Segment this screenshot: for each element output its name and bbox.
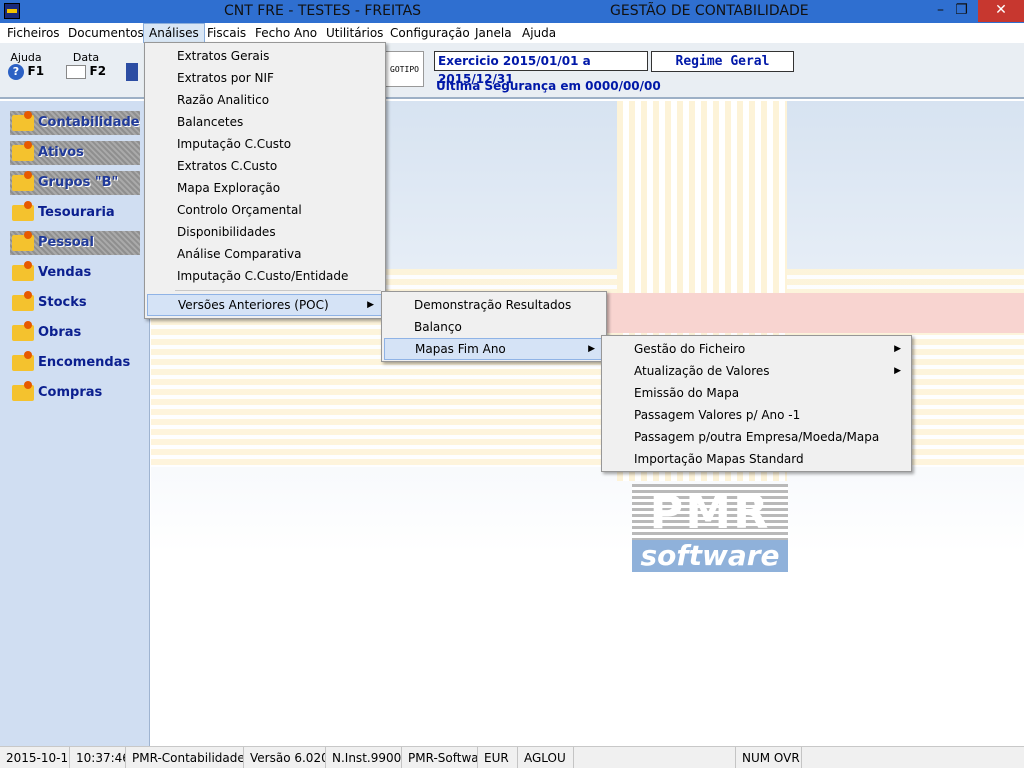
menu-item-extratos-ccusto[interactable]: Extratos C.Custo [147, 155, 383, 177]
date-key: F2 [89, 64, 107, 78]
calendar-icon [66, 65, 86, 79]
menu-janela[interactable]: Janela [470, 23, 517, 43]
status-date: 2015-10-13 [0, 747, 70, 768]
mapas-submenu: Gestão do Ficheiro ▶ Atualização de Valor… [601, 335, 912, 472]
menu-item-passagem-outra-empresa[interactable]: Passagem p/outra Empresa/Moeda/Mapa [604, 426, 909, 448]
person-icon [126, 63, 138, 81]
status-bar: 2015-10-13 10:37:46 PMR-Contabilidade Ve… [0, 746, 1024, 768]
status-currency: EUR [478, 747, 518, 768]
sidebar-item-ativos[interactable]: Ativos [10, 141, 140, 165]
submenu-arrow-icon: ▶ [367, 300, 374, 310]
help-button[interactable]: Ajuda ? F1 [8, 51, 44, 80]
user-button[interactable] [126, 63, 138, 81]
help-icon: ? [8, 64, 24, 80]
folder-icon [12, 201, 34, 221]
menu-item-demonstracao-resultados[interactable]: Demonstração Resultados [384, 294, 604, 316]
status-empty [574, 747, 736, 768]
sidebar-item-encomendas[interactable]: Encomendas [10, 351, 140, 375]
menu-fiscais[interactable]: Fiscais [202, 23, 251, 43]
menu-item-extratos-nif[interactable]: Extratos por NIF [147, 67, 383, 89]
close-icon[interactable]: ✕ [978, 0, 1024, 22]
status-app: PMR-Contabilidade [126, 747, 244, 768]
submenu-arrow-icon: ▶ [894, 344, 901, 354]
status-time: 10:37:46 [70, 747, 126, 768]
sidebar-item-stocks[interactable]: Stocks [10, 291, 140, 315]
help-label: Ajuda [10, 51, 42, 64]
date-button[interactable]: Data F2 [66, 51, 106, 79]
menu-ajuda[interactable]: Ajuda [517, 23, 561, 43]
menu-separator [175, 290, 381, 291]
regime-field: Regime Geral [651, 51, 794, 72]
menu-item-passagem-valores[interactable]: Passagem Valores p/ Ano -1 [604, 404, 909, 426]
help-key: F1 [27, 64, 45, 78]
folder-icon [12, 351, 34, 371]
folder-icon [12, 261, 34, 281]
menu-item-atualizacao-valores[interactable]: Atualização de Valores ▶ [604, 360, 909, 382]
menu-item-mapas-fim-ano[interactable]: Mapas Fim Ano ▶ [384, 338, 604, 360]
status-user: AGLOU [518, 747, 574, 768]
menu-item-extratos-gerais[interactable]: Extratos Gerais [147, 45, 383, 67]
folder-icon [12, 321, 34, 341]
status-keys: NUM OVR [736, 747, 802, 768]
status-installation: N.Inst.99000 [326, 747, 402, 768]
menu-item-gestao-ficheiro[interactable]: Gestão do Ficheiro ▶ [604, 338, 909, 360]
menu-utilitarios[interactable]: Utilitários [321, 23, 388, 43]
date-label: Data [72, 51, 100, 64]
sidebar-item-pessoal[interactable]: Pessoal [10, 231, 140, 255]
menu-item-imputacao-ccusto-entidade[interactable]: Imputação C.Custo/Entidade [147, 265, 383, 287]
menu-fecho-ano[interactable]: Fecho Ano [250, 23, 322, 43]
menu-item-versoes-anteriores[interactable]: Versões Anteriores (POC) ▶ [147, 294, 383, 316]
folder-icon [12, 141, 34, 161]
menu-ficheiros[interactable]: Ficheiros [2, 23, 65, 43]
maximize-icon[interactable]: ❐ [946, 0, 977, 22]
last-backup: Última Segurança em 0000/00/00 [436, 79, 661, 93]
window-subtitle: GESTÃO DE CONTABILIDADE [610, 3, 809, 19]
menu-analises[interactable]: Análises [143, 23, 205, 43]
folder-icon [12, 381, 34, 401]
menu-item-mapa-exploracao[interactable]: Mapa Exploração [147, 177, 383, 199]
pmr-logo-bottom: software [632, 540, 788, 572]
sidebar-item-vendas[interactable]: Vendas [10, 261, 140, 285]
pmr-logo: PMR software [632, 484, 788, 574]
menu-item-balancetes[interactable]: Balancetes [147, 111, 383, 133]
menu-item-controlo-orcamental[interactable]: Controlo Orçamental [147, 199, 383, 221]
menu-item-importacao-mapas[interactable]: Importação Mapas Standard [604, 448, 909, 470]
exercise-period: Exercicio 2015/01/01 a 2015/12/31 [434, 51, 648, 86]
menu-item-emissao-mapa[interactable]: Emissão do Mapa [604, 382, 909, 404]
folder-icon [12, 171, 34, 191]
sidebar-item-contabilidade[interactable]: Contabilidade [10, 111, 140, 135]
menu-item-balanco[interactable]: Balanço [384, 316, 604, 338]
submenu-arrow-icon: ▶ [894, 366, 901, 376]
versoes-submenu: Demonstração Resultados Balanço Mapas Fi… [381, 291, 607, 362]
pmr-logo-top: PMR [632, 484, 788, 540]
submenu-arrow-icon: ▶ [588, 344, 595, 354]
folder-icon [12, 231, 34, 251]
app-icon[interactable] [4, 3, 20, 19]
sidebar: Contabilidade Ativos Grupos "B" Tesourar… [0, 101, 150, 746]
folder-icon [12, 111, 34, 131]
company-logo: GOTIPO [385, 51, 424, 87]
menu-item-razao-analitico[interactable]: Razão Analitico [147, 89, 383, 111]
sidebar-item-obras[interactable]: Obras [10, 321, 140, 345]
folder-icon [12, 291, 34, 311]
analises-menu: Extratos Gerais Extratos por NIF Razão A… [144, 42, 386, 319]
menu-item-imputacao-ccusto[interactable]: Imputação C.Custo [147, 133, 383, 155]
menu-bar: Ficheiros Documentos Análises Fiscais Fe… [0, 23, 1024, 43]
window-title: CNT FRE - TESTES - FREITAS [224, 3, 422, 19]
sidebar-item-tesouraria[interactable]: Tesouraria [10, 201, 140, 225]
status-company: PMR-Softwa [402, 747, 478, 768]
background-band [606, 293, 1024, 333]
status-version: Versão 6.020 [244, 747, 326, 768]
menu-documentos[interactable]: Documentos [63, 23, 149, 43]
sidebar-item-grupos-b[interactable]: Grupos "B" [10, 171, 140, 195]
title-bar: CNT FRE - TESTES - FREITAS GESTÃO DE CON… [0, 0, 1024, 23]
menu-item-disponibilidades[interactable]: Disponibilidades [147, 221, 383, 243]
menu-configuracao[interactable]: Configuração [385, 23, 475, 43]
menu-item-analise-comparativa[interactable]: Análise Comparativa [147, 243, 383, 265]
sidebar-item-compras[interactable]: Compras [10, 381, 140, 405]
